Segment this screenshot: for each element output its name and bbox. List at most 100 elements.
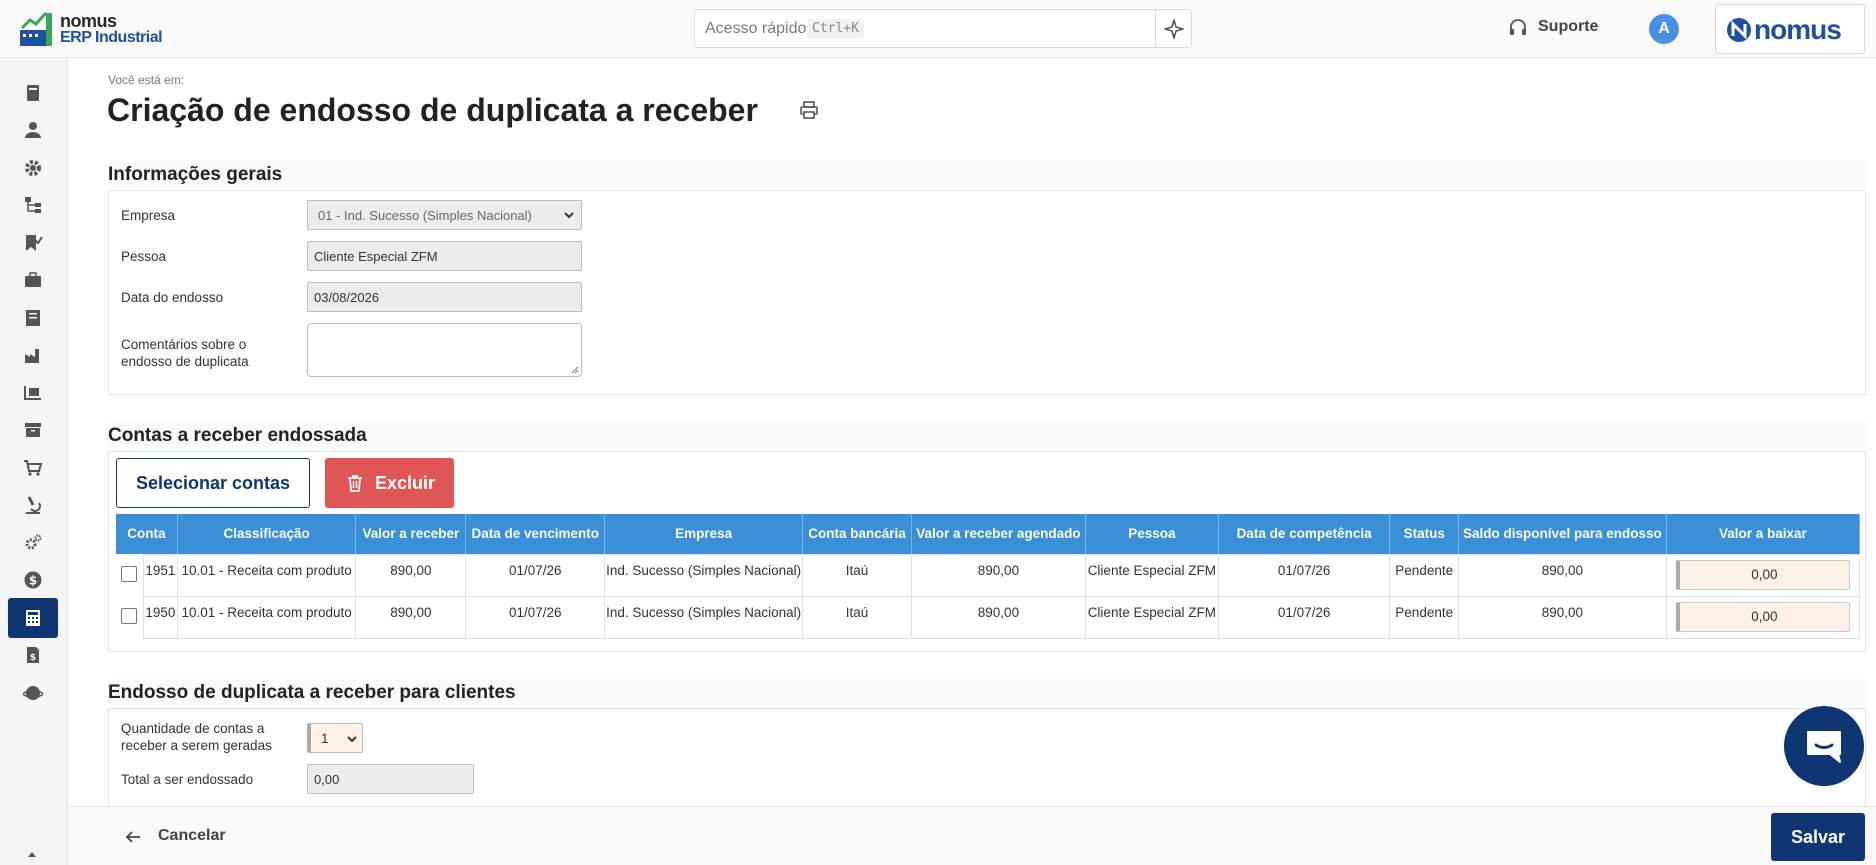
company-brand-logo: nomus	[1715, 4, 1865, 54]
data-endosso-field[interactable]: 03/08/2026	[307, 282, 582, 312]
cell-conta: 1950	[142, 595, 178, 639]
sidebar-item-user[interactable]	[8, 110, 58, 150]
sidebar-item-archive[interactable]	[8, 410, 58, 450]
col-valor-baixar[interactable]: Valor a baixar	[1666, 514, 1861, 554]
sidebar-item-finance[interactable]: $	[8, 560, 58, 600]
bookmark-check-icon	[26, 235, 43, 251]
cell-vencimento: 01/07/26	[465, 595, 606, 639]
sidebar-item-global[interactable]	[8, 673, 58, 713]
sidebar: $ $	[0, 58, 68, 865]
cell-empresa: Ind. Sucesso (Simples Nacional)	[604, 595, 804, 639]
col-pessoa[interactable]: Pessoa	[1085, 514, 1219, 554]
briefcase-icon	[25, 272, 41, 287]
bottom-action-bar: Cancelar Salvar	[68, 806, 1876, 865]
col-status[interactable]: Status	[1389, 514, 1459, 554]
ai-sparkle-icon[interactable]	[1164, 19, 1184, 39]
col-valor-agendado[interactable]: Valor a receber agendado	[911, 514, 1086, 554]
quantidade-select[interactable]: 1	[307, 723, 363, 753]
scroll-up-icon[interactable]	[27, 850, 37, 858]
sidebar-item-book[interactable]	[8, 73, 58, 113]
dollar-icon: $	[24, 571, 42, 589]
archive-icon	[25, 423, 41, 437]
resize-handle-icon[interactable]	[571, 366, 579, 374]
sidebar-item-factory[interactable]	[8, 335, 58, 375]
cell-empresa: Ind. Sucesso (Simples Nacional)	[604, 553, 804, 597]
sidebar-item-hierarchy[interactable]	[8, 185, 58, 225]
sidebar-item-bookmark[interactable]	[8, 223, 58, 263]
cell-conta-bancaria: Itaú	[802, 553, 912, 597]
user-avatar[interactable]: A	[1649, 14, 1679, 44]
sidebar-item-briefcase[interactable]	[8, 260, 58, 300]
app-logo[interactable]: nomus ERP Industrial	[20, 8, 170, 48]
comentarios-label-line2: endosso de duplicata	[121, 354, 249, 369]
sidebar-item-invoices[interactable]: $	[8, 635, 58, 675]
pessoa-value: Cliente Especial ZFM	[314, 249, 438, 264]
col-valor-receber[interactable]: Valor a receber	[355, 514, 467, 554]
cell-valor-baixar: 0,00	[1665, 553, 1861, 597]
row-checkbox[interactable]	[121, 565, 138, 582]
valor-baixar-input[interactable]: 0,00	[1675, 559, 1850, 590]
select-accounts-button[interactable]: Selecionar contas	[116, 458, 310, 508]
delete-label: Excluir	[375, 473, 436, 493]
sidebar-item-configurations[interactable]	[8, 523, 58, 563]
invoice-icon: $	[27, 647, 39, 663]
col-data-competencia[interactable]: Data de competência	[1218, 514, 1391, 554]
table-row[interactable]: 1951 10.01 - Receita com produto 890,00 …	[116, 553, 1861, 597]
quantidade-label-line2: receber a serem geradas	[121, 738, 272, 753]
cell-pessoa: Cliente Especial ZFM	[1084, 553, 1219, 597]
save-button[interactable]: Salvar	[1771, 813, 1865, 861]
chevron-down-icon	[564, 212, 574, 219]
row-checkbox-cell	[116, 554, 143, 596]
section-title: Informações gerais	[108, 164, 283, 185]
cell-valor-agendado: 890,00	[910, 595, 1086, 639]
valor-baixar-input[interactable]: 0,00	[1675, 601, 1850, 632]
empresa-value: 01 - Ind. Sucesso (Simples Nacional)	[318, 208, 532, 223]
cell-competencia: 01/07/26	[1217, 595, 1391, 639]
support-label: Suporte	[1538, 18, 1599, 35]
table-row[interactable]: 1950 10.01 - Receita com produto 890,00 …	[116, 595, 1861, 639]
col-conta-bancaria[interactable]: Conta bancária	[802, 514, 912, 554]
cell-classificacao: 10.01 - Receita com produto	[176, 595, 357, 639]
quantidade-label-line1: Quantidade de contas a	[121, 721, 265, 736]
sidebar-item-logistics[interactable]	[8, 373, 58, 413]
col-empresa[interactable]: Empresa	[604, 514, 804, 554]
cell-valor-agendado: 890,00	[910, 553, 1086, 597]
cancel-label: Cancelar	[158, 827, 226, 844]
endosso-panel: Quantidade de contas a receber a serem g…	[108, 708, 1866, 806]
section-title: Contas a receber endossada	[108, 425, 367, 446]
cell-valor-receber: 890,00	[355, 553, 467, 597]
sidebar-item-accounting[interactable]	[8, 598, 58, 638]
total-field[interactable]: 0,00	[307, 764, 474, 794]
quantidade-value: 1	[321, 731, 329, 746]
sidebar-item-notebook[interactable]	[8, 298, 58, 338]
col-data-vencimento[interactable]: Data de vencimento	[465, 514, 606, 554]
quantidade-label: Quantidade de contas a receber a serem g…	[121, 720, 272, 754]
row-checkbox-cell	[116, 596, 143, 638]
sidebar-item-cart[interactable]	[8, 448, 58, 488]
section-header-general: Informações gerais	[108, 161, 1866, 187]
page-title: Criação de endosso de duplicata a recebe…	[107, 92, 758, 128]
col-conta[interactable]: Conta	[116, 514, 178, 554]
brand-name: nomus	[1754, 14, 1842, 45]
comentarios-textarea[interactable]	[307, 323, 582, 377]
contas-panel: Selecionar contas Excluir Conta Classifi…	[108, 451, 1866, 652]
accounts-table: Conta Classificação Valor a receber Data…	[116, 514, 1861, 639]
delete-button[interactable]: Excluir	[325, 458, 454, 508]
chat-support-button[interactable]	[1784, 706, 1864, 786]
empresa-select[interactable]: 01 - Ind. Sucesso (Simples Nacional)	[307, 200, 582, 230]
notebook-icon	[26, 310, 40, 326]
quick-access-search[interactable]: Acesso rápido Ctrl+K	[694, 9, 1192, 48]
col-saldo-disponivel[interactable]: Saldo disponível para endosso	[1458, 514, 1667, 554]
chevron-down-icon	[347, 736, 357, 743]
comentarios-label: Comentários sobre o endosso de duplicata	[121, 336, 249, 370]
data-endosso-value: 03/08/2026	[314, 290, 380, 305]
col-classificacao[interactable]: Classificação	[177, 514, 357, 554]
pessoa-field[interactable]: Cliente Especial ZFM	[307, 241, 582, 271]
sidebar-item-settings[interactable]	[8, 148, 58, 188]
print-icon[interactable]	[799, 100, 819, 120]
top-bar: nomus ERP Industrial Acesso rápido Ctrl+…	[0, 0, 1876, 58]
search-divider	[1155, 10, 1156, 47]
breadcrumb: Você está em:	[108, 73, 185, 87]
sidebar-item-quality[interactable]	[8, 485, 58, 525]
row-checkbox[interactable]	[121, 607, 138, 624]
